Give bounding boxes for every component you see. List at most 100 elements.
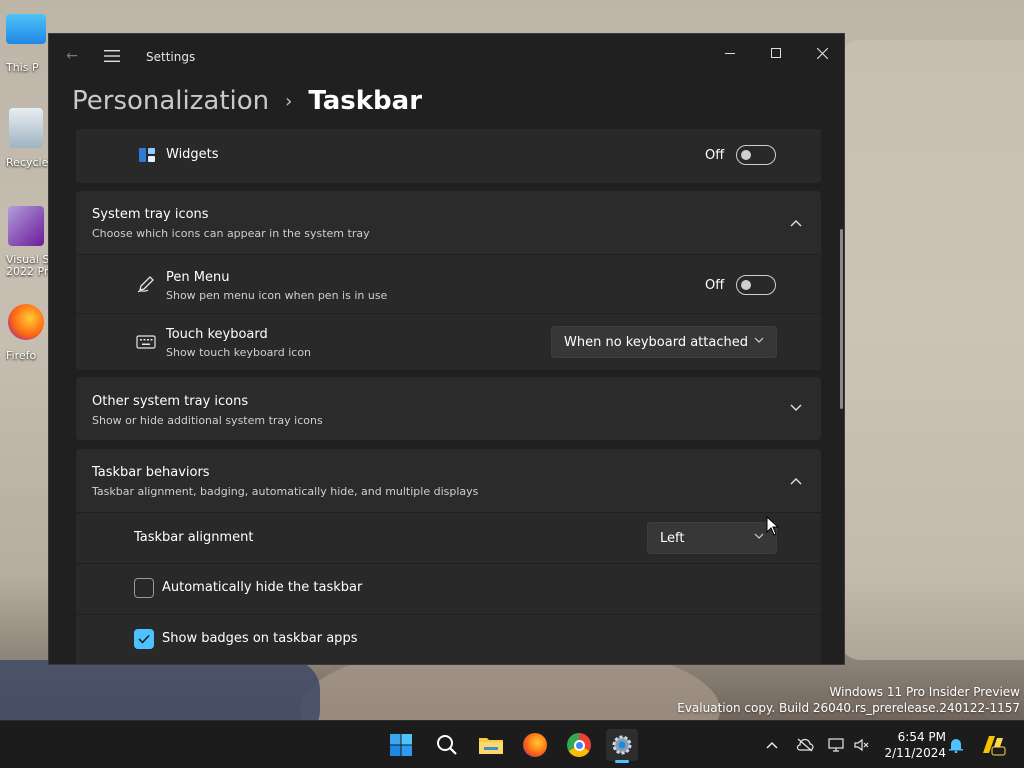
- maximize-icon: [771, 48, 781, 58]
- search-icon: [437, 735, 457, 755]
- touch-keyboard-description: Show touch keyboard icon: [166, 346, 312, 359]
- widgets-toggle[interactable]: [736, 145, 777, 165]
- firefox-icon: [523, 733, 547, 757]
- touch-keyboard-title: Touch keyboard: [166, 327, 268, 342]
- clock-date: 2/11/2024: [884, 746, 946, 760]
- touch-keyboard-dropdown[interactable]: When no keyboard attached: [551, 326, 777, 358]
- recycle-bin-icon: [9, 108, 43, 148]
- wallpaper-shape: [0, 660, 320, 720]
- chrome-taskbar-button[interactable]: [563, 729, 595, 761]
- maximize-button[interactable]: [753, 38, 799, 68]
- gear-icon: [612, 735, 632, 755]
- watermark-line-2: Evaluation copy. Build 26040.rs_prerelea…: [677, 701, 1020, 715]
- pen-icon: [137, 276, 154, 293]
- arrow-left-icon: ←: [66, 48, 78, 64]
- chevron-down-icon: [754, 335, 764, 346]
- taskbar-alignment-title: Taskbar alignment: [134, 530, 254, 545]
- toggle-knob: [741, 280, 752, 290]
- monitor-icon: [6, 14, 46, 44]
- chevron-right-icon: ›: [285, 90, 293, 112]
- widgets-toggle-group: Off: [705, 145, 777, 165]
- volume-tray-icon[interactable]: [852, 735, 872, 755]
- title-bar: ← Settings: [49, 34, 844, 80]
- auto-hide-label: Automatically hide the taskbar: [162, 580, 363, 595]
- wallpaper-shape: [840, 40, 1024, 660]
- network-tray-icon[interactable]: [795, 735, 815, 755]
- back-button[interactable]: ←: [60, 44, 84, 68]
- chevron-down-icon: [754, 531, 764, 542]
- bell-icon: [949, 739, 963, 753]
- pen-menu-toggle-state: Off: [705, 277, 725, 293]
- breadcrumb-personalization[interactable]: Personalization: [72, 86, 269, 116]
- pen-menu-toggle[interactable]: [736, 275, 777, 295]
- widgets-icon: [139, 148, 155, 162]
- taskbar-alignment-dropdown[interactable]: Left: [647, 522, 777, 554]
- badges-row: Show badges on taskbar apps: [76, 615, 821, 664]
- close-button[interactable]: [799, 38, 844, 68]
- touch-keyboard-row: Touch keyboard Show touch keyboard icon …: [76, 314, 821, 370]
- taskbar: 6:54 PM 2/11/2024: [0, 720, 1024, 768]
- copilot-preview-button[interactable]: [980, 733, 1006, 757]
- app-title: Settings: [146, 50, 196, 64]
- chevron-up-icon[interactable]: [786, 213, 806, 233]
- firefox-taskbar-button[interactable]: [519, 729, 551, 761]
- checkmark-icon: [138, 634, 150, 644]
- taskbar-behaviors-description: Taskbar alignment, badging, automaticall…: [92, 485, 479, 498]
- windows-logo-icon: [390, 734, 412, 756]
- display-tray-icon[interactable]: [826, 735, 846, 755]
- notifications-button[interactable]: [946, 735, 966, 755]
- taskbar-alignment-row: Taskbar alignment Left: [76, 513, 821, 563]
- other-system-tray-icons-description: Show or hide additional system tray icon…: [92, 414, 323, 427]
- visual-studio-icon: [8, 206, 44, 246]
- folder-icon: [479, 738, 503, 754]
- chrome-icon: [567, 733, 591, 757]
- mouse-cursor-icon: [766, 516, 780, 536]
- toggle-knob: [741, 150, 752, 160]
- widgets-title: Widgets: [166, 147, 219, 162]
- pen-menu-toggle-group: Off: [705, 275, 777, 295]
- desktop-icon-label: 2022 Pre: [6, 265, 55, 278]
- settings-taskbar-button[interactable]: [606, 729, 638, 763]
- search-button[interactable]: [431, 729, 463, 761]
- vertical-scrollbar[interactable]: [840, 229, 843, 409]
- badges-checkbox[interactable]: [134, 629, 154, 649]
- pen-menu-row: Pen Menu Show pen menu icon when pen is …: [76, 255, 821, 313]
- firefox-icon: [8, 304, 44, 340]
- desktop-icon-label: Recycle: [6, 156, 49, 169]
- start-button[interactable]: [385, 729, 417, 761]
- chevron-up-icon[interactable]: [786, 471, 806, 491]
- system-tray-icons-header[interactable]: System tray icons Choose which icons can…: [76, 191, 821, 254]
- page-title: Taskbar: [308, 86, 423, 116]
- desktop-icon-firefox[interactable]: Firefo: [4, 304, 48, 362]
- volume-mute-icon: [854, 738, 869, 752]
- chevron-down-icon[interactable]: [786, 398, 806, 418]
- taskbar-behaviors-header[interactable]: Taskbar behaviors Taskbar alignment, bad…: [76, 449, 821, 512]
- auto-hide-checkbox[interactable]: [134, 578, 154, 598]
- system-tray-icons-description: Choose which icons can appear in the sys…: [92, 227, 370, 240]
- other-system-tray-icons-row[interactable]: Other system tray icons Show or hide add…: [76, 377, 821, 440]
- minimize-button[interactable]: [707, 38, 753, 68]
- pen-menu-description: Show pen menu icon when pen is in use: [166, 289, 388, 302]
- navigation-menu-button[interactable]: [100, 44, 124, 68]
- show-hidden-icons-button[interactable]: [762, 735, 782, 755]
- hamburger-icon: [104, 50, 120, 62]
- pen-menu-title: Pen Menu: [166, 270, 230, 285]
- minimize-icon: [725, 53, 735, 54]
- close-icon: [816, 47, 828, 59]
- desktop-icon-visual-studio[interactable]: Visual St 2022 Pre: [4, 206, 55, 278]
- file-explorer-button[interactable]: [475, 729, 507, 761]
- cloud-off-icon: [796, 738, 814, 752]
- touch-keyboard-selected: When no keyboard attached: [564, 334, 748, 350]
- widgets-row: Widgets Off: [76, 129, 821, 183]
- desktop-icon-this-pc[interactable]: This P: [4, 12, 48, 74]
- widgets-toggle-state: Off: [705, 147, 725, 163]
- badges-label: Show badges on taskbar apps: [162, 631, 358, 646]
- copilot-icon: [983, 736, 1006, 756]
- chevron-up-icon: [766, 741, 778, 749]
- settings-window: ← Settings Personalization › Taskbar Wid…: [48, 33, 845, 665]
- clock[interactable]: 6:54 PM 2/11/2024: [880, 729, 946, 761]
- system-tray-icons-title: System tray icons: [92, 207, 209, 222]
- desktop-icon-recycle-bin[interactable]: Recycle: [4, 108, 48, 169]
- watermark-line-1: Windows 11 Pro Insider Preview: [829, 685, 1020, 699]
- clock-time: 6:54 PM: [897, 730, 946, 744]
